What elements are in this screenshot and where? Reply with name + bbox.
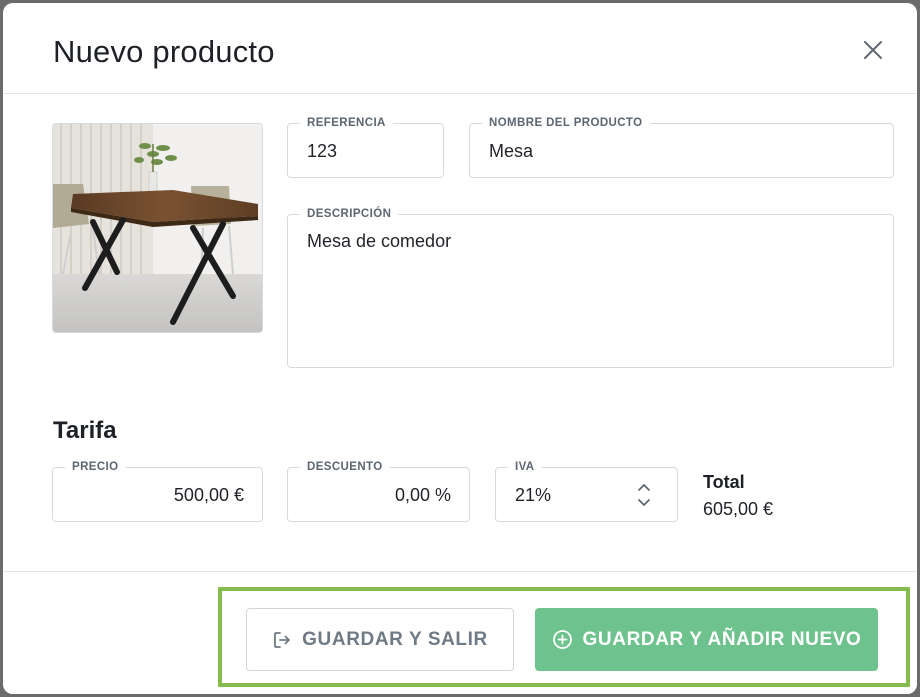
save-and-exit-label: GUARDAR Y SALIR [302,628,488,650]
product-image[interactable] [52,123,263,333]
total-value: 605,00 € [703,499,774,519]
description-label: DESCRIPCIÓN [300,207,399,221]
iva-value: 21% [515,485,552,505]
dialog-header: Nuevo producto [3,3,917,94]
save-and-add-new-label: GUARDAR Y AÑADIR NUEVO [582,628,862,650]
price-field[interactable]: PRECIO 500,00 € [52,460,263,522]
description-field[interactable]: DESCRIPCIÓN Mesa de comedor [287,207,894,368]
discount-field[interactable]: DESCUENTO 0,00 % [287,460,470,522]
close-icon [864,41,882,59]
iva-select[interactable]: IVA 21% [495,460,678,522]
tarifa-heading: Tarifa [53,417,117,444]
product-name-value: Mesa [489,141,534,161]
discount-label: DESCUENTO [300,460,390,474]
description-value: Mesa de comedor [307,231,452,251]
product-name-field[interactable]: NOMBRE DEL PRODUCTO Mesa [469,116,894,178]
discount-value: 0,00 % [394,485,451,505]
close-button[interactable] [858,35,888,65]
product-photo-table [53,124,262,332]
reference-value: 123 [307,141,338,161]
price-value: 500,00 € [173,485,244,505]
save-and-add-new-button[interactable]: GUARDAR Y AÑADIR NUEVO [535,608,878,671]
iva-label: IVA [508,460,542,474]
reference-label: REFERENCIA [300,116,393,130]
chevron-up-down-icon[interactable] [636,480,652,510]
exit-icon [274,631,291,648]
reference-field[interactable]: REFERENCIA 123 [287,116,444,178]
dialog-title: Nuevo producto [53,34,275,69]
price-label: PRECIO [65,460,126,474]
plus-circle-icon [552,630,572,649]
save-and-exit-button[interactable]: GUARDAR Y SALIR [246,608,514,671]
total-label: Total [703,472,745,492]
product-name-label: NOMBRE DEL PRODUCTO [482,116,650,130]
